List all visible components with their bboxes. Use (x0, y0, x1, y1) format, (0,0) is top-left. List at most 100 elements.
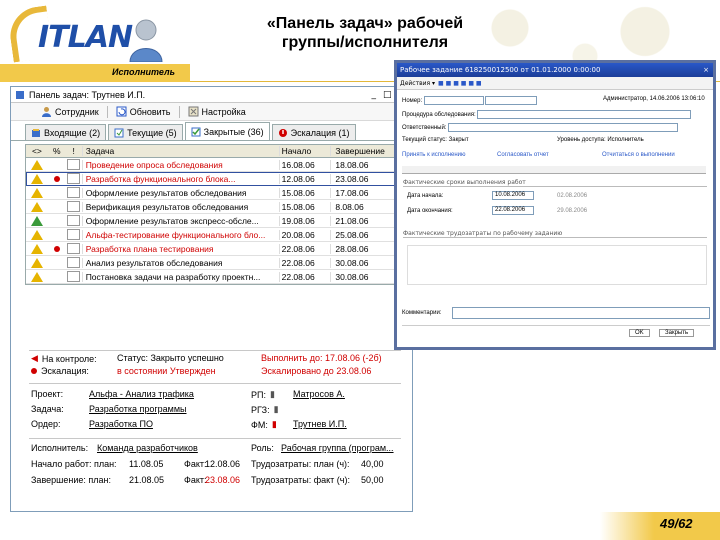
table-row[interactable]: Альфа-тестирование функционального бло..… (26, 228, 396, 242)
cell-start: 15.08.06 (278, 201, 331, 212)
ok-button[interactable]: OK (629, 329, 650, 337)
approve-report-button[interactable]: Согласовать отчет (497, 152, 549, 158)
cell-task: Постановка задачи на разработку проектн.… (81, 271, 279, 282)
settings-button[interactable]: Настройка (184, 105, 250, 118)
cell-start: 20.08.06 (278, 229, 331, 240)
executor-link[interactable]: Команда разработчиков (97, 443, 198, 453)
responsible-field[interactable] (448, 123, 679, 132)
inbox-icon (32, 128, 40, 137)
warning-icon (30, 173, 43, 184)
actions-menu[interactable]: Действия ▾ (400, 80, 435, 87)
cell-task: Альфа-тестирование функционального бло..… (81, 229, 279, 240)
fm-link[interactable]: Трутнев И.П. (293, 419, 347, 429)
column-header[interactable]: Завершение (330, 146, 396, 156)
table-row[interactable]: Верификация результатов обследования 15.0… (26, 200, 396, 214)
table-row[interactable]: Разработка плана тестирования 22.08.06 28.… (26, 242, 396, 256)
settings-icon (188, 106, 198, 117)
cell-task: Верификация результатов обследования (81, 201, 279, 212)
employee-button[interactable]: Сотрудник (37, 105, 103, 118)
table-row[interactable]: Оформление результатов экспресс-обсле...… (26, 214, 396, 228)
escalation-status: в состоянии Утвержден (117, 366, 216, 376)
column-header[interactable]: Задача (81, 146, 279, 156)
refresh-button[interactable]: Обновить (112, 105, 175, 118)
page-number: 49/62 (660, 516, 693, 531)
labor-plan: 40,00 (361, 459, 384, 469)
user-icon (42, 107, 51, 117)
column-header[interactable]: ! (66, 146, 82, 156)
doc-icon (67, 271, 81, 282)
dialog-tabs[interactable] (402, 166, 706, 174)
comment-field[interactable] (452, 307, 710, 319)
section-labor: Фактические трудозатраты по рабочему зад… (403, 230, 707, 238)
column-header[interactable]: % (48, 146, 66, 156)
code-field[interactable] (485, 96, 538, 105)
close-dialog-button[interactable]: Закрыть (659, 329, 695, 337)
cell-start: 16.08.06 (278, 159, 331, 170)
level-label: Уровень доступа: Исполнитель (557, 137, 644, 143)
tab-inbox[interactable]: Входящие (2) (25, 124, 107, 140)
table-row[interactable]: Анализ результатов обследования 22.08.06 3… (26, 256, 396, 270)
warning-icon (30, 187, 43, 198)
role-bar: Исполнитель (0, 64, 190, 82)
cell-end: 28.08.06 (330, 243, 396, 254)
project-link[interactable]: Альфа - Анализ трафика (89, 389, 194, 399)
control-arrow-icon: ◀ (31, 353, 38, 363)
task-link[interactable]: Разработка программы (89, 404, 187, 414)
tab-closed[interactable]: Закрытые (36) (184, 122, 270, 140)
start-fact: 12.08.06 (205, 459, 241, 469)
role-link[interactable]: Рабочая группа (програм... (281, 443, 394, 453)
warning-icon (30, 229, 43, 240)
cell-task: Разработка плана тестирования (81, 243, 279, 254)
task-field[interactable] (477, 110, 692, 119)
cell-start: 22.08.06 (278, 257, 331, 268)
rp-link[interactable]: Матросов А. (293, 389, 345, 399)
number-field[interactable] (423, 96, 484, 105)
person-icon: ▮ (269, 389, 275, 399)
company-logo: ITLAN (6, 5, 163, 66)
divider (29, 350, 401, 351)
start-date-field[interactable]: 10.08.2006 (492, 191, 534, 200)
window-title: Панель задач: Трутнев И.П. (29, 89, 146, 100)
cell-end: 23.08.06 (330, 173, 396, 184)
task-table: <> % ! Задача Начало Завершение Проведен… (25, 144, 397, 285)
table-row[interactable]: Оформление результатов обследования 15.08… (26, 186, 396, 200)
end-date-field[interactable]: 22.08.2006 (492, 206, 534, 215)
accept-button[interactable]: Принять к исполнению (402, 152, 466, 158)
table-row[interactable]: Разработка функционального блока... 12.08… (26, 172, 396, 186)
divider (29, 383, 401, 384)
escalation-deadline: Эскалировано до 23.08.06 (261, 366, 372, 376)
window-titlebar: Панель задач: Трутнев И.П. _ □ × (11, 87, 412, 103)
cell-start: 12.08.06 (278, 173, 331, 184)
labor-grid[interactable] (407, 245, 707, 285)
doc-icon (67, 229, 81, 240)
slide-title: «Панель задач» рабочей группы/исполнител… (266, 15, 464, 51)
labor-fact: 50,00 (361, 475, 384, 485)
cell-task: Оформление результатов обследования (81, 187, 279, 198)
cell-end: 21.08.06 (330, 215, 396, 226)
column-header[interactable]: <> (26, 146, 48, 156)
author-info: Администратор, 14.06.2006 13:06:10 (603, 96, 705, 102)
column-header[interactable]: Начало (278, 146, 331, 156)
cell-end: 30.08.06 (330, 257, 396, 268)
warning-icon (30, 201, 43, 212)
doc-icon (67, 215, 81, 226)
table-row[interactable]: Проведение опроса обследования 16.08.06 18… (26, 158, 396, 172)
order-link[interactable]: Разработка ПО (89, 419, 153, 429)
table-row[interactable]: Постановка задачи на разработку проектн.… (26, 270, 396, 284)
doc-icon (67, 173, 81, 184)
warning-icon (30, 243, 43, 254)
doc-icon (67, 243, 81, 254)
cell-task: Разработка функционального блока... (81, 173, 279, 184)
warning-icon (30, 257, 43, 268)
dialog-close-icon[interactable]: × (703, 66, 713, 74)
doc-icon (67, 201, 81, 212)
window-icon (16, 90, 24, 99)
warning-icon (30, 159, 43, 170)
warning-icon (30, 271, 43, 282)
tab-escalation[interactable]: Эскалация (1) (271, 124, 356, 140)
cell-start: 19.08.06 (278, 215, 331, 226)
maximize-button[interactable]: □ (383, 90, 392, 100)
tab-current[interactable]: Текущие (5) (108, 124, 183, 140)
report-done-button[interactable]: Отчитаться о выполнении (602, 152, 675, 158)
minimize-button[interactable]: _ (371, 90, 376, 100)
